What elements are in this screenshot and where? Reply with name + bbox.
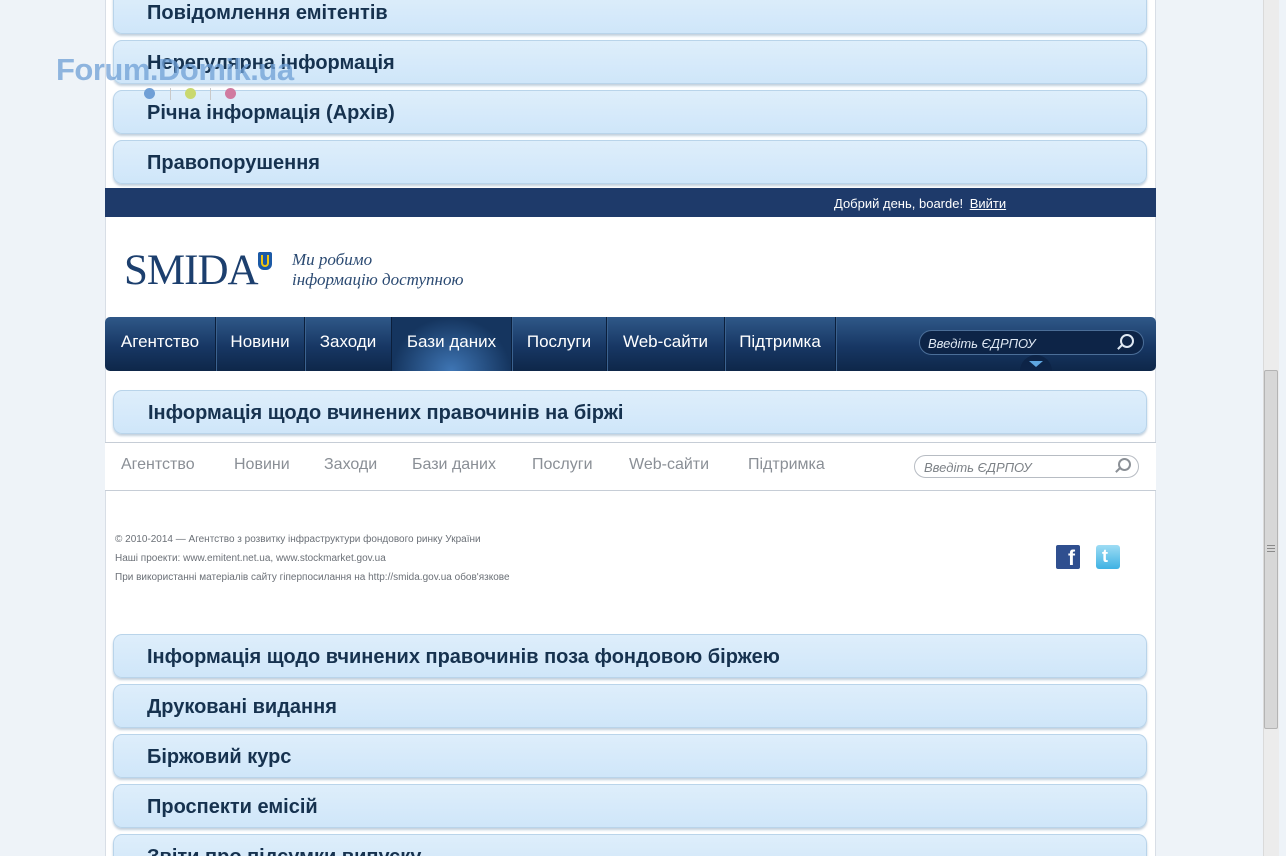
accordion-item-annual-info-archive[interactable]: Річна інформація (Архів) xyxy=(113,90,1147,134)
nav-item-events[interactable]: Заходи xyxy=(305,317,392,371)
scrollbar-thumb[interactable] xyxy=(1264,370,1278,729)
footer-nav-support[interactable]: Підтримка xyxy=(748,456,825,474)
logout-link[interactable]: Вийти xyxy=(970,196,1006,211)
scrollbar-grip xyxy=(1267,551,1275,552)
footer-nav-news[interactable]: Новини xyxy=(234,456,290,474)
scrollbar-grip xyxy=(1267,545,1275,546)
site-logo[interactable]: SMIDA xyxy=(124,246,259,295)
accordion-item-emission-prospectuses[interactable]: Проспекти емісій xyxy=(113,784,1147,828)
accordion-item-exchange-deals[interactable]: Інформація щодо вчинених правочинів на б… xyxy=(113,390,1147,434)
nav-item-news[interactable]: Новини xyxy=(216,317,305,371)
accordion-label: Друковані видання xyxy=(147,696,337,718)
accordion-item-violations[interactable]: Правопорушення xyxy=(113,140,1147,184)
accordion-label: Інформація щодо вчинених правочинів поза… xyxy=(147,646,780,668)
accordion-item-issue-reports[interactable]: Звіти про підсумки випуску xyxy=(113,834,1147,856)
watermark-divider xyxy=(170,88,171,100)
watermark-divider xyxy=(210,88,211,100)
search-icon[interactable] xyxy=(1118,458,1131,471)
accordion-item-exchange-rate[interactable]: Біржовий курс xyxy=(113,734,1147,778)
projects-text: Наші проекти: www.emitent.net.ua, www.st… xyxy=(115,553,386,564)
footer-nav-websites[interactable]: Web-сайти xyxy=(629,456,709,474)
accordion-label: Біржовий курс xyxy=(147,746,292,768)
nav-search-box xyxy=(919,330,1144,355)
nav-search-input[interactable] xyxy=(928,334,1113,352)
search-icon[interactable] xyxy=(1120,334,1134,348)
usage-notice: При використанні матеріалів сайту гіперп… xyxy=(115,572,510,583)
copyright-text: © 2010-2014 — Агентство з розвитку інфра… xyxy=(115,534,481,545)
watermark-dot xyxy=(144,88,155,99)
footer-nav-services[interactable]: Послуги xyxy=(532,456,593,474)
accordion-label: Річна інформація (Архів) xyxy=(147,102,395,124)
greeting-text: Добрий день, boarde! xyxy=(834,196,964,211)
nav-item-support[interactable]: Підтримка xyxy=(725,317,836,371)
site-slogan: Ми робимо інформацію доступною xyxy=(292,250,463,290)
footer-search-box xyxy=(914,455,1139,478)
trident-icon xyxy=(258,252,272,270)
watermark: Forum.Domik.ua xyxy=(56,52,294,87)
watermark-dot xyxy=(185,88,196,99)
nav-item-websites[interactable]: Web-сайти xyxy=(607,317,725,371)
accordion-item-printed-publications[interactable]: Друковані видання xyxy=(113,684,1147,728)
accordion-label: Правопорушення xyxy=(147,152,320,174)
accordion-label: Звіти про підсумки випуску xyxy=(147,846,421,856)
twitter-icon[interactable]: t xyxy=(1096,545,1120,569)
footer-search-input[interactable] xyxy=(924,459,1109,475)
accordion-label: Повідомлення емітентів xyxy=(147,2,388,24)
footer-nav-events[interactable]: Заходи xyxy=(324,456,377,474)
slogan-line: Ми робимо xyxy=(292,250,373,269)
facebook-icon[interactable]: f xyxy=(1056,545,1080,570)
accordion-label: Проспекти емісій xyxy=(147,796,318,818)
nav-item-agency[interactable]: Агентство xyxy=(105,317,216,371)
footer-nav-databases[interactable]: Бази даних xyxy=(412,456,496,474)
nav-item-databases[interactable]: Бази даних xyxy=(392,317,512,371)
footer-nav-agency[interactable]: Агентство xyxy=(121,456,195,474)
accordion-item-off-exchange-deals[interactable]: Інформація щодо вчинених правочинів поза… xyxy=(113,634,1147,678)
section-title: Інформація щодо вчинених правочинів на б… xyxy=(148,402,624,424)
slogan-line: інформацію доступною xyxy=(292,270,464,289)
user-greeting: Добрий день, boarde! Вийти xyxy=(834,196,1006,211)
nav-item-services[interactable]: Послуги xyxy=(512,317,607,371)
accordion-item-issuer-notices[interactable]: Повідомлення емітентів xyxy=(113,0,1147,34)
watermark-dot xyxy=(225,88,236,99)
scrollbar-grip xyxy=(1267,548,1275,549)
